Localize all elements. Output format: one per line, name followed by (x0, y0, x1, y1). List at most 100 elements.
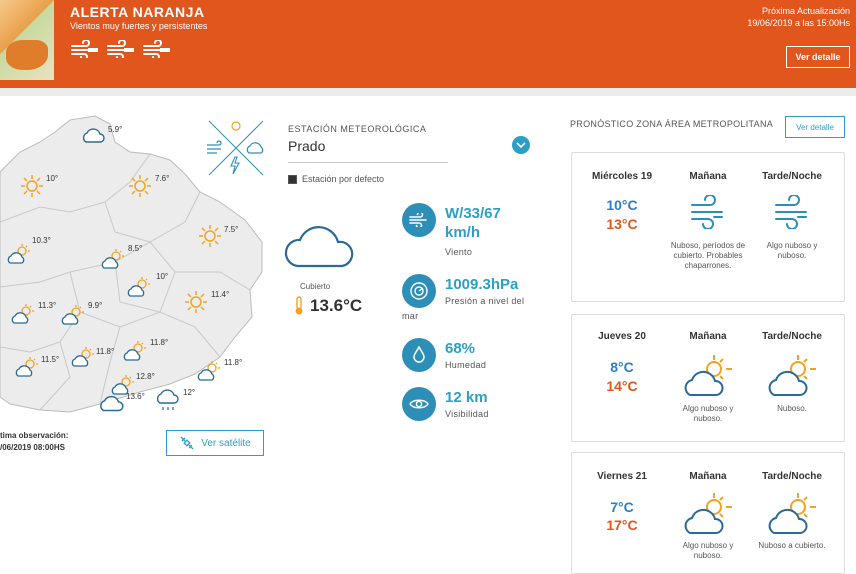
forecast-morning-desc: Algo nuboso y nuboso. (682, 404, 734, 423)
satellite-button-label: Ver satélite (201, 437, 251, 449)
wind-icon (668, 195, 748, 229)
forecast-card: Jueves 20 Mañana Tarde/Noche 8°C 14°C Al… (571, 314, 845, 442)
partly-cloudy-icon (11, 304, 34, 324)
partly-cloudy-icon (101, 249, 124, 269)
map-temp-label: 12.8° (136, 372, 155, 381)
sun-icon (21, 175, 43, 197)
station-select[interactable]: Prado (288, 138, 448, 163)
observation-value: /06/2019 08:00HS (0, 443, 65, 452)
pressure-value: 1009.3hPa (445, 276, 519, 293)
map-temp-label: 11.8° (96, 347, 115, 356)
map-temp-label: 13.6° (126, 392, 145, 401)
cloud-icon (100, 395, 124, 412)
alert-map-thumbnail[interactable] (0, 0, 54, 80)
humidity-label: Humedad (445, 360, 487, 370)
map-temp-label: 11.4° (211, 290, 230, 299)
alert-wind-icons (70, 40, 172, 58)
partly-cloudy-icon (123, 341, 146, 361)
map-temp-label: 10° (46, 174, 59, 183)
forecast-morning-desc: Nuboso, períodos de cubierto. Probables … (670, 241, 746, 270)
map-temp-label: 10.3° (32, 236, 51, 245)
forecast-card: Viernes 21 Mañana Tarde/Noche 7°C 17°C A… (571, 452, 845, 574)
current-temperature: 13.6°C (294, 296, 362, 316)
partly-cloudy-icon (7, 244, 30, 264)
satellite-icon (180, 436, 194, 450)
map-temp-label: 11.3° (38, 301, 57, 310)
forecast-min: 7°C (610, 499, 634, 515)
eye-icon (402, 387, 436, 421)
cloud-icon (284, 226, 354, 268)
wind-icon (107, 40, 134, 58)
default-station-label: Estación por defecto (302, 174, 385, 184)
pressure-label-cont: mar (402, 311, 419, 321)
map-temp-label: 7.5° (224, 225, 239, 234)
pressure-icon (402, 274, 436, 308)
partly-cloudy-icon (668, 491, 748, 537)
wind-value-line1: W/33/67 (445, 205, 501, 222)
forecast-day: Viernes 21 (597, 471, 647, 482)
alert-banner: ALERTA NARANJA Vientos muy fuertes y per… (0, 0, 856, 88)
forecast-evening-desc: Algo nuboso y nuboso. (766, 241, 818, 260)
current-condition: Cubierto (300, 282, 331, 291)
map-temp-label: 9.9° (88, 301, 103, 310)
forecast-evening-desc: Nuboso a cubierto. (758, 541, 826, 550)
visibility-label: Visibilidad (445, 409, 489, 419)
satellite-button[interactable]: Ver satélite (166, 430, 264, 456)
map-temp-label: 10° (156, 272, 169, 281)
wind-value-line2: km/h (445, 224, 481, 241)
forecast-evening-header: Tarde/Noche (762, 171, 822, 182)
forecast-max: 17°C (606, 517, 638, 533)
map-temp-label: 5.9° (108, 125, 123, 134)
partly-cloudy-icon (752, 491, 832, 537)
forecast-min: 10°C (606, 197, 638, 213)
wind-icon (71, 40, 98, 58)
next-update-value: 19/06/2019 a las 15:00Hs (747, 18, 850, 28)
map-temp-label: 7.6° (155, 174, 170, 183)
observation-label: tima observación: (0, 431, 69, 440)
wind-icon (143, 40, 170, 58)
map-temp-label: 11.8° (150, 338, 169, 347)
default-station-checkbox[interactable]: Estación por defecto (288, 174, 384, 184)
forecast-day: Miércoles 19 (591, 171, 653, 182)
wind-label: Viento (445, 247, 473, 257)
forecast-morning-desc: Algo nuboso y nuboso. (682, 541, 734, 560)
thermometer-icon (295, 296, 303, 315)
partly-cloudy-icon (127, 277, 150, 297)
wind-icon (752, 195, 832, 229)
map-temp-label: 12° (183, 388, 196, 397)
partly-cloudy-icon (668, 353, 748, 399)
forecast-heading: PRONÓSTICO ZONA ÁREA METROPOLITANA (570, 119, 774, 129)
partly-cloudy-icon (752, 353, 832, 399)
forecast-morning-header: Mañana (689, 171, 727, 182)
rain-icon (156, 389, 179, 410)
station-weather-icon (207, 120, 264, 176)
divider (0, 88, 856, 96)
sun-icon (199, 225, 221, 247)
partly-cloudy-icon (197, 361, 220, 381)
map-temp-label: 11.5° (41, 355, 60, 364)
partly-cloudy-icon (15, 357, 38, 377)
visibility-value: 12 km (445, 389, 488, 406)
forecast-morning-header: Mañana (689, 331, 727, 342)
map-temp-label: 8.5° (128, 244, 143, 253)
wind-icon (402, 203, 436, 237)
alert-title: ALERTA NARANJA (70, 4, 205, 20)
observation-info: tima observación: /06/2019 08:00HS (0, 430, 68, 454)
forecast-min: 8°C (610, 359, 634, 375)
wind-value: W/33/67 km/h (445, 204, 501, 242)
pressure-label: Presión a nivel del (445, 296, 525, 306)
alert-subtitle: Vientos muy fuertes y persistentes (70, 21, 208, 31)
chevron-down-icon[interactable] (512, 136, 530, 154)
forecast-morning-header: Mañana (689, 471, 727, 482)
alert-detail-button[interactable]: Ver detalle (786, 46, 850, 68)
drop-icon (402, 338, 436, 372)
sun-icon (129, 175, 151, 197)
sun-icon (185, 291, 207, 313)
forecast-evening-desc: Nuboso. (777, 404, 807, 413)
next-update: Próxima Actualización 19/06/2019 a las 1… (747, 5, 850, 29)
checkbox[interactable] (288, 174, 297, 184)
map-temp-label: 11.8° (224, 358, 243, 367)
humidity-value: 68% (445, 340, 476, 357)
forecast-detail-button[interactable]: Ver detalle (785, 116, 845, 138)
station-label: ESTACIÓN METEOROLÓGICA (288, 124, 427, 134)
